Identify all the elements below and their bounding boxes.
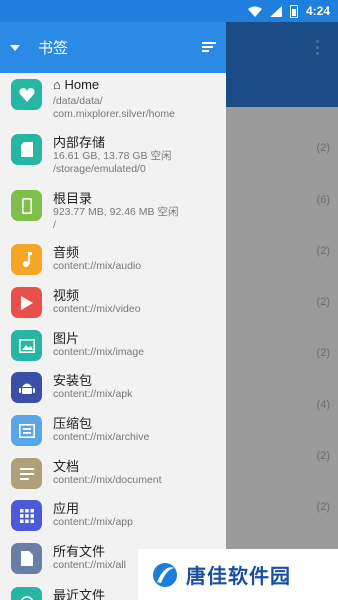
watermark-logo-icon <box>153 562 177 587</box>
item-count: (2) <box>316 296 330 308</box>
archive-icon <box>11 415 42 446</box>
document-icon <box>11 458 42 489</box>
background-toolbar <box>226 22 338 107</box>
bookmark-name: 根目录 <box>53 191 93 206</box>
drawer-title: 书签 <box>38 40 69 57</box>
bookmark-detail: content://mix/audio <box>53 260 142 272</box>
item-count: (2) <box>316 450 330 462</box>
bookmark-name: 内部存储 <box>53 135 106 150</box>
drawer-header[interactable]: 书签 <box>0 22 226 73</box>
music-icon <box>11 244 42 275</box>
item-count: (4) <box>316 399 330 411</box>
item-count: (2) <box>316 245 330 257</box>
watermark: 唐佳软件园 <box>138 549 338 600</box>
bookmark-name: 音频 <box>53 245 80 260</box>
bookmark-detail: 923.77 MB, 92.46 MB 空闲 <box>53 206 179 218</box>
bookmark-item[interactable]: 根目录 923.77 MB, 92.46 MB 空闲 / <box>0 186 226 231</box>
bookmark-detail: content://mix/video <box>53 303 141 315</box>
heart-icon <box>11 79 42 110</box>
bookmark-item[interactable]: 安装包 content://mix/apk <box>0 368 226 410</box>
bookmark-item[interactable]: 音频 content://mix/audio <box>0 240 226 282</box>
bookmark-name: 图片 <box>53 331 80 346</box>
sdcard-icon <box>11 134 42 165</box>
bookmark-detail: content://mix/image <box>53 346 145 358</box>
image-icon <box>11 330 42 361</box>
bookmark-item[interactable]: 压缩包 content://mix/archive <box>0 411 226 453</box>
bookmark-detail: content://mix/document <box>53 474 162 486</box>
item-count: (2) <box>316 501 330 513</box>
bookmark-item[interactable]: 应用 content://mix/app <box>0 496 226 538</box>
phone-icon <box>11 190 42 221</box>
item-count: (2) <box>316 347 330 359</box>
sort-icon[interactable] <box>202 41 216 54</box>
bookmark-item[interactable]: 视频 content://mix/video <box>0 283 226 325</box>
overflow-menu-icon[interactable] <box>316 40 320 56</box>
item-count: (6) <box>316 194 330 206</box>
bookmark-item[interactable]: 图片 content://mix/image <box>0 326 226 368</box>
bookmark-name: 安装包 <box>53 373 93 388</box>
bookmark-detail: content://mix/apk <box>53 388 133 400</box>
recent-icon <box>11 587 42 600</box>
watermark-text: 唐佳软件园 <box>186 566 291 588</box>
apps-icon <box>11 500 42 531</box>
bookmark-detail: 16.61 GB, 13.78 GB 空闲 <box>53 150 172 162</box>
bookmark-detail: com.mixplorer.silver/home <box>53 108 175 120</box>
bookmarks-drawer: 书签 ⌂ Home/data/data/com.mixplorer.silver… <box>0 22 226 600</box>
bookmark-name: 最近文件 <box>53 588 106 600</box>
bookmark-detail: content://mix/archive <box>53 431 150 443</box>
bookmark-name: 应用 <box>53 501 80 516</box>
item-count: (2) <box>316 142 330 154</box>
bookmark-item[interactable]: ⌂ Home/data/data/com.mixplorer.silver/ho… <box>0 75 226 120</box>
bookmark-item[interactable]: 内部存储 16.61 GB, 13.78 GB 空闲/storage/emulat… <box>0 130 226 175</box>
file-icon <box>11 543 42 574</box>
bookmark-detail: content://mix/all <box>53 559 126 571</box>
bookmark-name: 所有文件 <box>53 544 106 559</box>
background-file-list: (2) (6) (2) (2) (2) (4) (2) (2) <box>226 22 338 600</box>
signal-icon <box>269 5 282 17</box>
screen: 4:24 (2) (6) (2) (2) (2) (4) (2) (2) 书签 ⌂ Home /… <box>0 0 338 600</box>
bookmark-name: 压缩包 <box>53 416 93 431</box>
battery-icon <box>289 4 298 18</box>
wifi-icon <box>247 6 262 17</box>
android-icon <box>11 372 42 403</box>
caret-down-icon[interactable] <box>10 44 20 51</box>
bookmark-name: 视频 <box>53 288 80 303</box>
bookmark-detail: / <box>53 219 56 231</box>
status-time: 4:24 <box>305 4 330 18</box>
bookmark-detail: /storage/emulated/0 <box>53 163 146 175</box>
play-icon <box>11 287 42 318</box>
bookmark-name: 文档 <box>53 459 80 474</box>
bookmark-name: ⌂ Home <box>53 77 100 92</box>
bookmark-detail: content://mix/app <box>53 516 133 528</box>
status-bar: 4:24 <box>0 0 338 22</box>
bookmark-item[interactable]: 文档 content://mix/document <box>0 454 226 496</box>
bookmark-detail: /data/data/ <box>53 95 103 107</box>
